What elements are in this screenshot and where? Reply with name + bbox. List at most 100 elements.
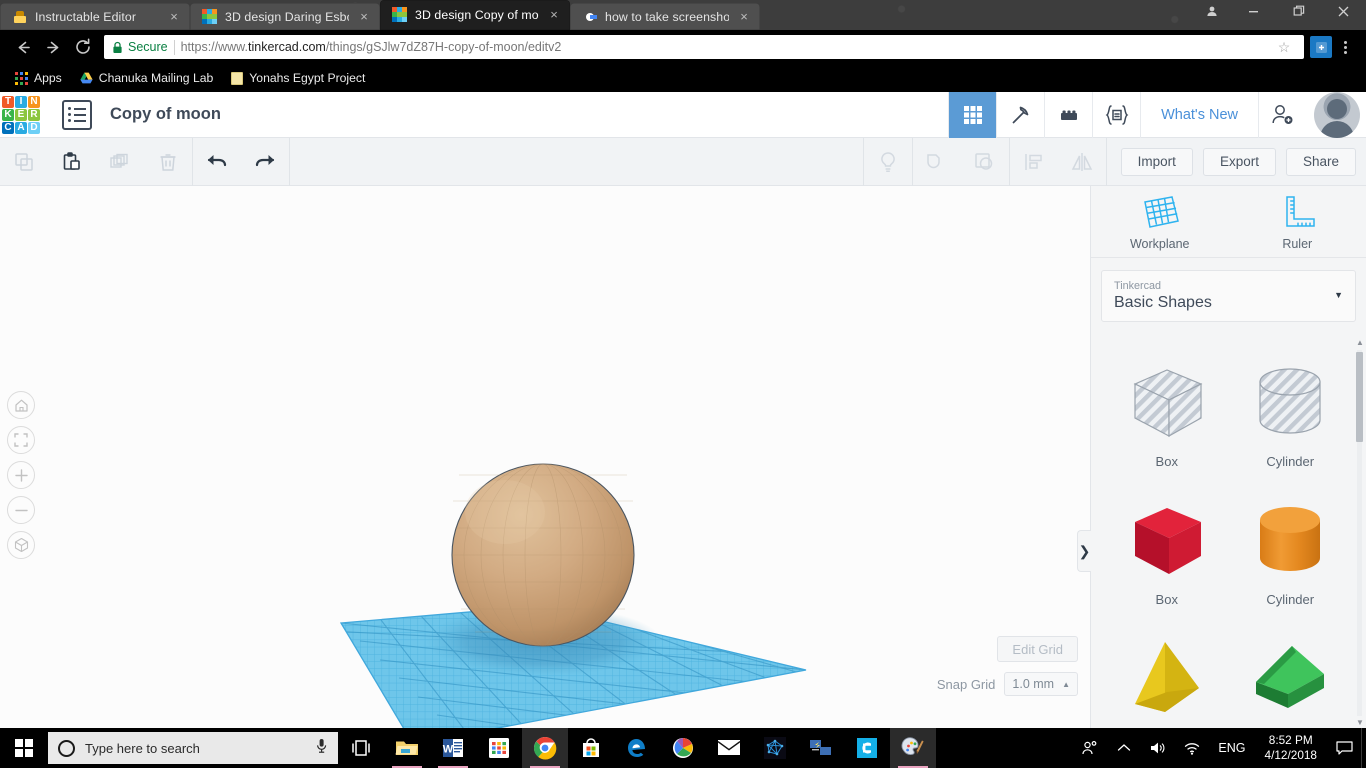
tinkercad-icon [202,8,218,25]
bookmark-apps[interactable]: Apps [8,68,69,88]
windows-start-icon[interactable] [0,728,48,768]
maximize-restore-button[interactable] [1276,0,1321,22]
share-button[interactable]: Share [1285,147,1356,176]
action-center-icon[interactable] [1327,728,1361,768]
lock-icon [112,41,122,53]
scrollbar-thumb[interactable] [1356,352,1363,442]
snap-grid-select[interactable]: 1.0 mm ▲ [1004,672,1078,696]
paste-icon[interactable] [48,138,96,186]
scroll-up-arrow-icon[interactable]: ▲ [1356,338,1364,348]
ruler-tool[interactable]: Ruler [1229,186,1366,257]
whats-new-link[interactable]: What's New [1140,91,1258,138]
fit-to-view-icon[interactable] [7,426,35,454]
shape-list-scrollbar[interactable]: ▲ ▼ [1356,338,1364,728]
viewport-scene[interactable] [0,186,1090,728]
shape-item-cylinder-hole[interactable]: Cylinder [1229,348,1353,486]
zoom-in-icon[interactable] [7,461,35,489]
minimize-button[interactable] [1231,0,1276,22]
shape-item-box-solid[interactable]: Box [1105,486,1229,624]
edit-grid-button[interactable]: Edit Grid [997,636,1078,662]
project-menu-icon[interactable] [62,99,92,130]
bricks-icon[interactable] [1044,91,1092,138]
undo-icon[interactable] [193,138,241,186]
bookmark-yonahs-egypt-project[interactable]: Yonahs Egypt Project [224,68,372,88]
shape-item-cylinder-solid[interactable]: Cylinder [1229,486,1353,624]
align-icon[interactable] [1010,138,1058,186]
delete-icon[interactable] [144,138,192,186]
browser-tab-3d-design-copy-of-moon[interactable]: 3D design Copy of moon × [380,0,570,30]
show-desktop-button[interactable] [1361,728,1366,768]
show-hidden-icons-chevron[interactable] [1107,728,1141,768]
browser-tab-3d-design-daring-esboo[interactable]: 3D design Daring Esboo × [190,3,380,30]
word-icon[interactable]: W [430,728,476,768]
browser-tab-instructable-editor[interactable]: Instructable Editor × [0,3,190,30]
shape-label: Cylinder [1266,592,1315,607]
remote-desktop-icon[interactable] [798,728,844,768]
shape-item-pyramid-solid[interactable] [1105,624,1229,728]
avatar[interactable] [1314,91,1360,138]
codeblocks-icon[interactable] [1092,91,1140,138]
zoom-out-icon[interactable] [7,496,35,524]
browser-tab-how-to-take-screenshots[interactable]: how to take screenshots × [570,3,760,30]
grid-3d-designs-icon[interactable] [948,91,997,138]
reload-icon[interactable] [68,32,98,62]
bookmark-chanuka-mailing-lab[interactable]: Chanuka Mailing Lab [73,68,221,88]
wifi-icon[interactable] [1175,728,1209,768]
browser-menu-icon[interactable] [1332,32,1358,62]
address-bar[interactable]: Secure https://www.tinkercad.com/things/… [104,35,1304,59]
add-person-icon[interactable] [1258,91,1306,138]
volume-icon[interactable] [1141,728,1175,768]
microsoft-store-icon[interactable] [568,728,614,768]
chrome-icon[interactable] [522,728,568,768]
scroll-down-arrow-icon[interactable]: ▼ [1356,718,1364,728]
extension-button[interactable] [1310,36,1332,58]
clock[interactable]: 8:52 PM 4/12/2018 [1255,733,1327,762]
browser-profile-button[interactable] [1193,0,1231,22]
home-view-icon[interactable] [7,391,35,419]
duplicate-icon[interactable] [96,138,144,186]
language-indicator[interactable]: ENG [1209,741,1254,755]
perspective-toggle-icon[interactable] [7,531,35,559]
search-input[interactable]: Type here to search [48,732,338,764]
mirror-flip-icon[interactable] [1058,138,1106,186]
panel-collapse-toggle[interactable]: ❯ [1077,530,1091,572]
pickaxe-minecraft-icon[interactable] [996,91,1044,138]
network-app-icon[interactable] [752,728,798,768]
file-explorer-icon[interactable] [384,728,430,768]
shape-library-select[interactable]: Tinkercad Basic Shapes ▼ [1101,270,1356,323]
shape-item-roof-solid[interactable] [1229,624,1353,728]
ungroup-icon[interactable] [961,138,1009,186]
people-icon[interactable] [1073,728,1107,768]
task-view-icon[interactable] [338,728,384,768]
picasa-icon[interactable] [660,728,706,768]
paint-icon[interactable] [890,728,936,768]
cura-icon[interactable] [844,728,890,768]
close-icon[interactable]: × [356,9,372,25]
windows-taskbar: Type here to search W ENG 8:52 PM 4/12/2… [0,728,1366,768]
close-button[interactable] [1321,0,1366,22]
back-arrow-icon[interactable] [8,32,38,62]
system-tray: ENG 8:52 PM 4/12/2018 [1073,728,1366,768]
shape-item-box-hole[interactable]: Box [1105,348,1229,486]
group-icon[interactable] [913,138,961,186]
3d-viewport[interactable]: Edit Grid Snap Grid 1.0 mm ▲ [0,186,1090,728]
close-icon[interactable]: × [546,7,562,23]
microphone-icon[interactable] [315,738,328,759]
import-button[interactable]: Import [1120,147,1193,176]
lightbulb-hint-icon[interactable] [864,138,912,186]
mail-icon[interactable] [706,728,752,768]
shape-list[interactable]: Box Cylinder Box Cylinder [1091,338,1366,728]
export-button[interactable]: Export [1202,147,1276,176]
tinkercad-icon [392,7,408,23]
close-icon[interactable]: × [736,9,752,25]
forward-arrow-icon[interactable] [38,32,68,62]
close-icon[interactable]: × [166,9,182,25]
redo-icon[interactable] [241,138,289,186]
workplane-tool[interactable]: Workplane [1091,186,1229,257]
tinkercad-logo[interactable]: T I N K E R C A D [2,95,40,134]
edge-icon[interactable] [614,728,660,768]
bookmark-star-icon[interactable]: ☆ [1272,35,1296,59]
tab-title: 3D design Daring Esboo [225,9,349,24]
copy-icon[interactable] [0,138,48,186]
office-apps-icon[interactable] [476,728,522,768]
